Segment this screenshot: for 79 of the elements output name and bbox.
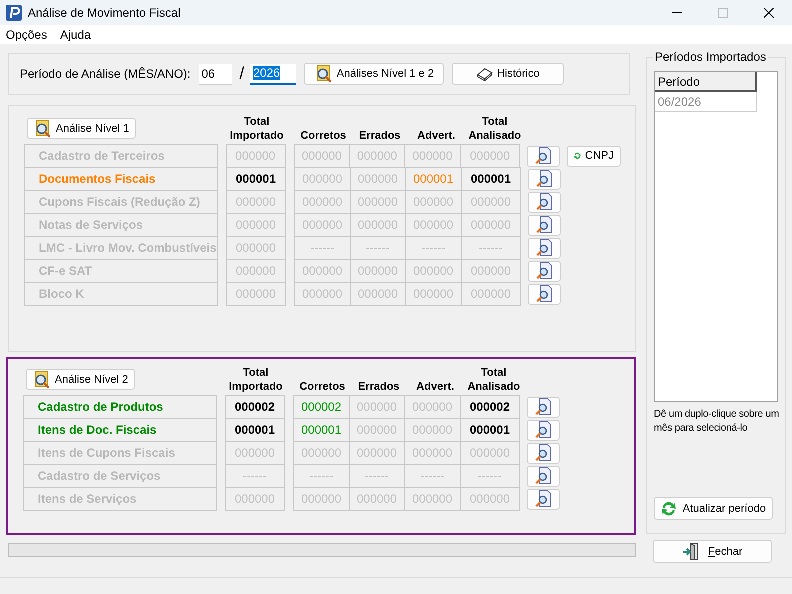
row-label: Cupons Fiscais (Redução Z) (24, 190, 218, 214)
close-window-button[interactable]: Fechar (653, 540, 772, 563)
history-button[interactable]: Histórico (452, 63, 564, 85)
row-label: Cadastro de Serviços (23, 464, 217, 488)
column-header: Total Analisado (466, 366, 522, 394)
menu-item[interactable]: Opções (6, 28, 48, 42)
detail-button[interactable] (528, 284, 561, 304)
document-search-icon (536, 170, 554, 188)
document-search-icon (536, 285, 554, 303)
table-cell: 000002 (225, 395, 285, 419)
document-search-icon (536, 193, 554, 211)
detail-button[interactable] (528, 214, 561, 236)
column-header: Total Importado (229, 115, 285, 143)
hint-text: Dê um duplo-clique sobre um mês para selecioná-lo (654, 408, 780, 436)
column-header: Total Analisado (468, 115, 522, 143)
table-cell: 000001 (225, 418, 285, 442)
close-icon (764, 8, 774, 18)
column-header: Corretos (298, 380, 346, 394)
row-label: Itens de Cupons Fiscais (23, 441, 217, 465)
document-search-icon (536, 262, 554, 280)
detail-button[interactable] (527, 488, 560, 510)
document-search-icon (536, 216, 554, 234)
column-header: Errados (358, 129, 402, 143)
magnifier-icon (34, 120, 52, 138)
column-header: Advert. (416, 129, 456, 143)
document-search-icon (534, 421, 552, 439)
maximize-icon (718, 8, 728, 18)
book-icon (477, 67, 494, 81)
exit-door-icon (682, 542, 700, 560)
detail-button[interactable] (528, 238, 561, 258)
document-search-icon (534, 444, 552, 462)
column-header: Total Importado (228, 366, 284, 394)
table-cell: 000001 (226, 167, 286, 191)
detail-button[interactable] (528, 260, 561, 282)
row-label: Notas de Serviços (24, 213, 218, 237)
detail-button[interactable] (527, 420, 560, 440)
detail-button[interactable] (527, 442, 560, 464)
row-label: LMC - Livro Mov. Combustíveis (24, 236, 218, 260)
detail-button[interactable] (527, 146, 560, 166)
detail-button[interactable] (527, 396, 560, 418)
analyses-button[interactable]: Análises Nível 1 e 2 (304, 63, 444, 85)
period-row[interactable]: 06/2026 (655, 92, 757, 112)
detail-button[interactable] (528, 168, 561, 190)
column-header: Corretos (300, 129, 348, 143)
row-label: Documentos Fiscais (24, 167, 218, 191)
row-label: Cadastro de Terceiros (24, 144, 218, 168)
year-field[interactable]: 2026 (250, 64, 296, 84)
menu-item[interactable]: Ajuda (60, 28, 92, 42)
analysis-level-button[interactable]: Análise Nível 2 (26, 369, 136, 390)
detail-button[interactable] (527, 466, 560, 486)
window-title: Análise de Movimento Fiscal (28, 6, 182, 20)
document-search-icon (536, 239, 554, 257)
magnifier-icon (33, 370, 51, 388)
row-label: Itens de Doc. Fiscais (23, 418, 217, 442)
table-cell: ------ (225, 464, 285, 488)
row-label: CF-e SAT (24, 259, 218, 283)
period-label: Período de Análise (MÊS/ANO): (20, 67, 191, 81)
document-search-icon (534, 147, 553, 165)
row-label: Bloco K (24, 282, 218, 306)
refresh-icon (660, 500, 677, 516)
column-header: Errados (357, 380, 401, 394)
month-field[interactable]: 06 (198, 64, 232, 84)
document-search-icon (534, 398, 552, 416)
group-title: Períodos Importados (653, 50, 768, 64)
table-cell: 000002 (293, 395, 350, 419)
analysis-level-button[interactable]: Análise Nível 1 (27, 118, 136, 139)
refresh-period-button[interactable]: Atualizar período (654, 497, 773, 520)
app-logo-icon (6, 4, 22, 20)
separator: / (240, 64, 244, 84)
table-cell: 000002 (460, 395, 520, 419)
row-label: Itens de Serviços (23, 487, 217, 511)
magnifier-icon (314, 65, 333, 83)
column-header[interactable]: Período (655, 72, 757, 92)
document-search-icon (534, 490, 552, 508)
row-label: Cadastro de Produtos (23, 395, 217, 419)
column-header: Advert. (416, 380, 456, 394)
detail-button[interactable] (528, 192, 561, 212)
cnpj-button[interactable]: CNPJ (567, 146, 621, 166)
document-search-icon (534, 467, 552, 485)
